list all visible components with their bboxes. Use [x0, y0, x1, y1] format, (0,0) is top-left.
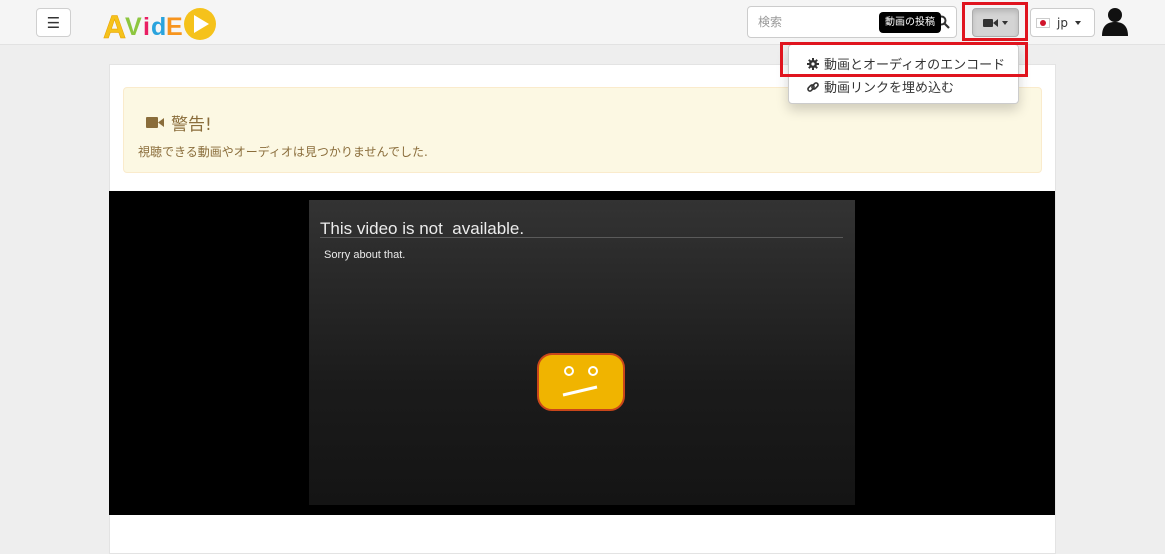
svg-text:A: A [103, 9, 126, 44]
upload-dropdown-menu: 動画とオーディオのエンコード 動画リンクを埋め込む [788, 44, 1019, 104]
chevron-down-icon [1074, 20, 1081, 25]
link-icon [807, 81, 819, 92]
video-error-subtitle: Sorry about that. [324, 249, 406, 261]
language-label: jp [1057, 15, 1068, 30]
japan-flag-icon [1036, 17, 1050, 28]
gear-icon [807, 57, 819, 70]
video-player[interactable]: This video is not available. Sorry about… [109, 191, 1055, 515]
menu-item-label: 動画とオーディオのエンコード [824, 58, 1006, 73]
video-camera-icon [146, 117, 164, 128]
top-navbar: ☰ A V i d E 動画の投稿 jp [0, 0, 1165, 45]
menu-toggle-button[interactable]: ☰ [36, 8, 71, 37]
user-silhouette-icon[interactable] [1101, 6, 1129, 36]
language-selector[interactable]: jp [1030, 8, 1095, 37]
svg-text:E: E [166, 13, 183, 41]
hamburger-icon: ☰ [46, 13, 61, 32]
chevron-down-icon [1002, 20, 1008, 25]
video-camera-icon [983, 18, 998, 27]
divider [320, 237, 843, 238]
video-error-title: This video is not available. [320, 219, 525, 238]
svg-text:d: d [151, 13, 166, 41]
upload-video-button[interactable] [972, 8, 1019, 37]
upload-tooltip: 動画の投稿 [879, 12, 941, 33]
avideo-logo[interactable]: A V i d E [103, 4, 218, 44]
alert-title: 警告! [146, 110, 212, 135]
menu-item-label: 動画リンクを埋め込む [824, 81, 955, 96]
alert-message: 視聴できる動画やオーディオは見つかりませんでした. [138, 145, 428, 159]
unavailable-video-screen: This video is not available. Sorry about… [309, 200, 855, 505]
svg-text:i: i [143, 13, 150, 41]
menu-item-embed-link[interactable]: 動画リンクを埋め込む [789, 75, 1018, 98]
alert-title-text: 警告! [171, 115, 212, 135]
svg-text:V: V [125, 13, 142, 41]
menu-item-encode[interactable]: 動画とオーディオのエンコード [789, 52, 1018, 75]
sad-tv-face-icon [537, 353, 625, 411]
